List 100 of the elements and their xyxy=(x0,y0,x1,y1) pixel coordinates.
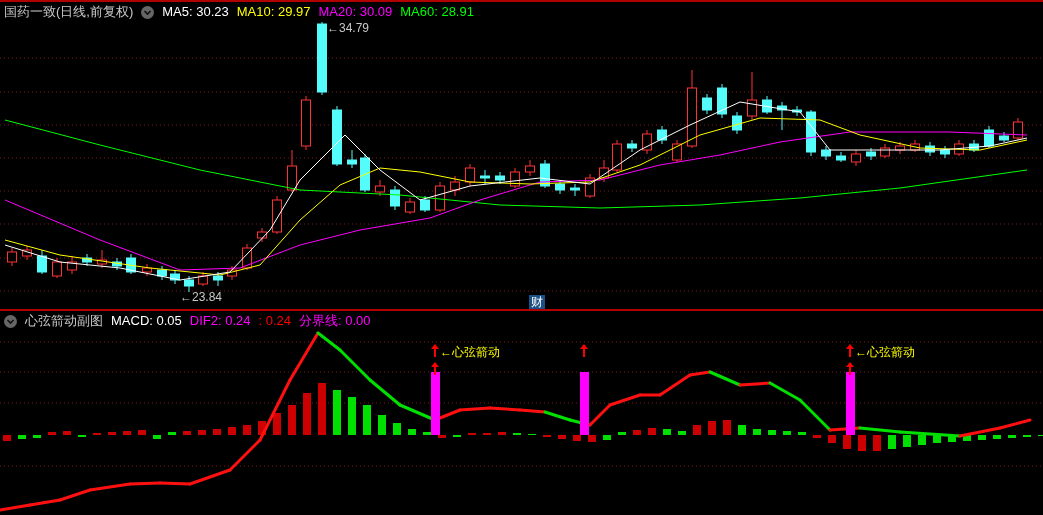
macd-bar xyxy=(753,429,761,435)
macd-bar xyxy=(918,435,926,445)
macd-bar xyxy=(648,428,656,435)
candlestick xyxy=(940,145,950,159)
macd-bar xyxy=(258,421,266,435)
candlestick xyxy=(510,167,520,189)
macd-bar xyxy=(393,423,401,435)
candlestick xyxy=(227,265,237,281)
signal-bar xyxy=(580,372,589,435)
indicator-value: 分界线: 0.00 xyxy=(299,312,371,330)
macd-bar xyxy=(33,435,41,438)
candlestick xyxy=(672,139,682,163)
low-price-label: ←23.84 xyxy=(180,290,223,304)
indicator-value: : 0.24 xyxy=(258,312,292,330)
macd-bar xyxy=(978,435,986,440)
indicator-title: 心弦箭动副图 xyxy=(25,312,103,330)
indicator-value: MA10: 29.97 xyxy=(236,3,311,21)
macd-bar xyxy=(738,425,746,435)
chart-title: 国药一致(日线,前复权) xyxy=(4,3,134,21)
indicator-value: MA60: 28.91 xyxy=(400,3,474,21)
macd-bar xyxy=(183,431,191,435)
candlestick xyxy=(157,265,167,281)
macd-bar xyxy=(588,435,596,442)
candlestick xyxy=(360,153,370,193)
indicator-value: MA5: 30.23 xyxy=(162,3,229,21)
candlestick xyxy=(806,109,816,157)
macd-bar xyxy=(768,430,776,435)
candlestick xyxy=(762,95,772,115)
signal-label: ←心弦箭动 xyxy=(855,345,915,359)
candlestick xyxy=(599,159,609,183)
candlestick xyxy=(747,71,757,121)
candlestick xyxy=(999,131,1009,143)
macd-bar xyxy=(18,435,26,439)
macd-bar xyxy=(858,435,866,451)
macd-bar xyxy=(348,397,356,435)
macd-bar xyxy=(108,432,116,435)
candlestick xyxy=(257,227,267,243)
macd-bar xyxy=(63,431,71,435)
candlestick xyxy=(717,83,727,119)
candlestick xyxy=(732,111,742,135)
candlestick xyxy=(910,139,920,153)
signal-label: ←心弦箭动 xyxy=(440,345,500,359)
macd-bar xyxy=(903,435,911,447)
candlestick xyxy=(570,183,580,197)
macd-bar xyxy=(378,415,386,435)
macd-bar xyxy=(423,432,431,435)
up-arrow-icon xyxy=(431,344,439,358)
candlestick xyxy=(540,159,550,189)
macd-bar xyxy=(708,421,716,435)
macd-bar xyxy=(333,390,341,435)
macd-bar xyxy=(948,435,956,442)
macd-bar xyxy=(558,435,566,439)
candlestick xyxy=(984,125,994,149)
macd-bar xyxy=(618,432,626,435)
macd-bar xyxy=(783,431,791,435)
macd-bar xyxy=(228,427,236,435)
high-price-label: ←34.79 xyxy=(327,21,370,35)
macd-bar xyxy=(243,425,251,435)
up-arrow-icon xyxy=(580,344,588,358)
candlestick xyxy=(213,271,223,287)
macd-bar xyxy=(123,431,131,435)
candlestick xyxy=(480,169,490,185)
macd-bar xyxy=(498,432,506,435)
candlestick xyxy=(198,271,208,287)
candlestick xyxy=(170,269,180,285)
candlestick xyxy=(435,181,445,213)
candlestick xyxy=(332,105,342,167)
macd-bar xyxy=(933,435,941,443)
macd-bar xyxy=(888,435,896,449)
candlestick xyxy=(465,163,475,187)
macd-bar xyxy=(213,429,221,435)
macd-bar xyxy=(663,429,671,435)
candlestick xyxy=(585,173,595,199)
up-arrow-icon xyxy=(431,362,439,376)
candlestick xyxy=(702,93,712,115)
macd-bar xyxy=(288,405,296,435)
macd-bar xyxy=(273,413,281,435)
candlestick xyxy=(52,257,62,279)
macd-bar xyxy=(993,435,1001,439)
candlestick xyxy=(866,147,876,161)
macd-bar xyxy=(168,432,176,435)
candlestick xyxy=(390,185,400,211)
candlestick xyxy=(880,143,890,159)
candlestick xyxy=(272,195,282,235)
macd-bar xyxy=(153,435,161,439)
candlestick xyxy=(821,145,831,161)
macd-bar xyxy=(798,432,806,435)
candlestick xyxy=(67,255,77,275)
candlestick xyxy=(612,139,622,173)
candlestick xyxy=(525,159,535,177)
macd-bar xyxy=(678,431,686,435)
macd-bar xyxy=(843,435,851,449)
macd-bar xyxy=(3,435,11,441)
macd-bar xyxy=(573,435,581,441)
candlestick xyxy=(37,249,47,275)
indicator-value: MA20: 30.09 xyxy=(318,3,393,21)
chevron-down-icon[interactable] xyxy=(141,5,155,19)
finance-badge[interactable]: 财 xyxy=(529,295,545,309)
chevron-down-icon[interactable] xyxy=(4,314,17,328)
candlestick xyxy=(657,125,667,145)
